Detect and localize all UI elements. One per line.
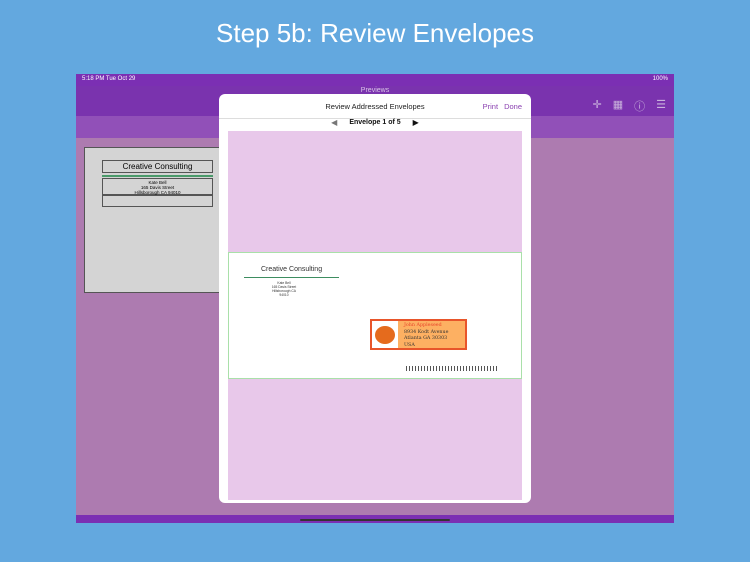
done-button[interactable]: Done xyxy=(504,102,522,111)
envelope-preview-sheet: Creative Consulting Kate Bell 165 Davis S… xyxy=(228,131,522,500)
envelope-thumbnail[interactable]: Creative Consulting Kate Bell 165 Davis S… xyxy=(84,147,224,293)
return-company: Creative Consulting xyxy=(261,266,323,273)
move-icon[interactable]: ✛ xyxy=(593,98,602,114)
envelope-preview: Creative Consulting Kate Bell 165 Davis S… xyxy=(228,252,522,379)
home-indicator xyxy=(300,519,450,521)
thumbnail-company: Creative Consulting xyxy=(102,160,213,173)
thumbnail-address: Kate Bell 165 Davis Street Hillsborough CA… xyxy=(102,178,213,195)
print-button[interactable]: Print xyxy=(483,102,498,111)
next-envelope-button[interactable]: ▶ xyxy=(413,118,419,127)
battery-status: 100% xyxy=(652,76,668,82)
envelope-pager: ◀ Envelope 1 of 5 ▶ xyxy=(219,118,531,127)
list-icon[interactable]: ☰ xyxy=(656,98,666,114)
help-icon[interactable]: ⓘ xyxy=(634,98,645,114)
pumpkin-icon xyxy=(372,321,398,348)
status-bar: 5:18 PM Tue Oct 29 100% xyxy=(76,74,674,86)
postal-barcode xyxy=(406,366,498,371)
status-time: 5:18 PM Tue Oct 29 xyxy=(82,76,136,82)
page-headline: Step 5b: Review Envelopes xyxy=(216,18,534,48)
recipient-label: John Appleseed 8934 Kodt Avenue Atlanta … xyxy=(370,319,467,350)
pager-label: Envelope 1 of 5 xyxy=(349,119,401,126)
grid-icon[interactable]: ▦ xyxy=(613,98,623,114)
return-address: Kate Bell 165 Davis Street Hillsborough CA… xyxy=(271,281,297,297)
nav-title: Previews xyxy=(360,87,390,94)
review-envelopes-modal: Review Addressed Envelopes Print Done ◀ … xyxy=(219,94,531,503)
previous-envelope-button[interactable]: ◀ xyxy=(331,118,337,127)
